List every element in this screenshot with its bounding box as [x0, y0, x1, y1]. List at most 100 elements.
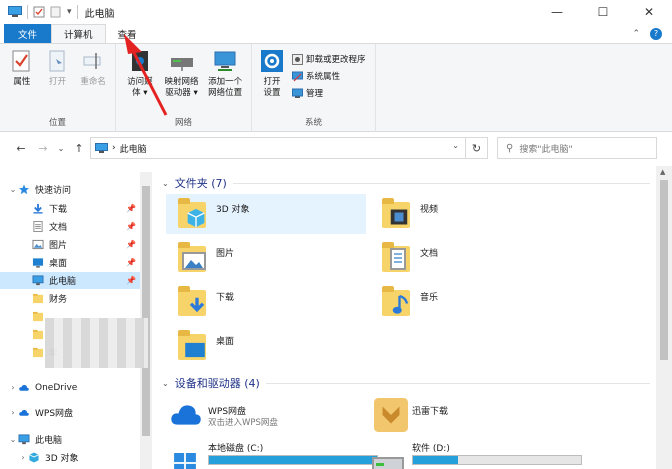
- folder-tile-downloads[interactable]: 下载: [166, 282, 366, 322]
- thunder-icon: [374, 398, 408, 432]
- document-icon: [33, 221, 43, 232]
- folder-tile-documents[interactable]: 文档: [370, 238, 570, 278]
- devices-section-header[interactable]: ⌄ 设备和驱动器 (4): [162, 375, 650, 391]
- drive-c[interactable]: 本地磁盘 (C:): [168, 441, 398, 469]
- nav-onedrive[interactable]: › OneDrive: [0, 379, 140, 396]
- expanded-icon[interactable]: ⌄: [8, 435, 18, 444]
- scroll-up-icon[interactable]: ▲: [660, 168, 665, 176]
- nav-quick-access[interactable]: ⌄ 快速访问: [0, 181, 140, 198]
- cube-icon: [187, 208, 205, 228]
- system-properties-label: 系统属性: [306, 72, 341, 82]
- drive-wps[interactable]: WPS网盘 双击进入WPS网盘: [168, 396, 398, 436]
- drive-icon: [372, 457, 404, 469]
- nav-wps-drive[interactable]: › WPS网盘: [0, 404, 140, 421]
- address-bar[interactable]: › 此电脑 ⌄ ↻: [90, 137, 488, 159]
- nav-item-finance[interactable]: 财务: [0, 290, 140, 307]
- pin-icon[interactable]: 📌: [126, 276, 136, 285]
- expand-icon[interactable]: ›: [18, 453, 28, 462]
- picture-icon: [182, 252, 206, 270]
- folder-tile-videos[interactable]: 视频: [370, 194, 570, 234]
- drive-subtitle: 双击进入WPS网盘: [208, 418, 278, 428]
- system-properties-button[interactable]: 系统属性: [292, 69, 366, 83]
- back-button[interactable]: ←: [12, 142, 30, 155]
- uninstall-program-button[interactable]: 卸载或更改程序: [292, 52, 366, 66]
- folder-tile-3d-objects[interactable]: 3D 对象: [166, 194, 366, 234]
- folder-tile-desktop[interactable]: 桌面: [166, 326, 366, 366]
- cloud-icon: [171, 405, 201, 425]
- nav-3d-objects[interactable]: › 3D 对象: [0, 449, 140, 466]
- scrollbar-thumb[interactable]: [142, 186, 150, 436]
- ribbon-group-system: 打开 设置 卸载或更改程序 系统属性 管理 系统: [252, 44, 376, 132]
- up-button[interactable]: ↑: [70, 142, 88, 155]
- tab-file[interactable]: 文件: [4, 24, 52, 43]
- nav-item-documents[interactable]: 文档 📌: [0, 218, 140, 235]
- cloud-icon: [19, 409, 29, 416]
- nav-this-pc[interactable]: ⌄ 此电脑: [0, 431, 140, 448]
- folder-tile-pictures[interactable]: 图片: [166, 238, 366, 278]
- close-button[interactable]: ✕: [626, 0, 672, 24]
- ribbon-group-network: 访问媒体 ▾ 映射网络 驱动器 ▾ 添加一个 网络位置 网络: [116, 44, 252, 132]
- folder-name: 3D 对象: [216, 205, 250, 215]
- pin-icon[interactable]: 📌: [126, 240, 136, 249]
- manage-button[interactable]: 管理: [292, 86, 366, 100]
- star-icon: [18, 184, 30, 195]
- window-title: 此电脑: [84, 8, 115, 20]
- collapse-icon[interactable]: ⌄: [162, 179, 169, 188]
- search-input[interactable]: ⚲ 搜索"此电脑": [497, 137, 657, 159]
- folders-section-header[interactable]: ⌄ 文件夹 (7): [162, 175, 650, 191]
- computer-icon: [32, 275, 44, 286]
- section-title: 设备和驱动器 (4): [174, 377, 260, 390]
- folder-name: 桌面: [216, 337, 235, 347]
- refresh-button[interactable]: ↻: [465, 138, 487, 158]
- music-icon: [392, 294, 409, 314]
- address-dropdown-icon[interactable]: ⌄: [452, 141, 459, 150]
- properties-icon[interactable]: [33, 6, 45, 18]
- expanded-icon[interactable]: ⌄: [8, 185, 18, 194]
- computer-icon: [95, 142, 108, 153]
- drive-thunder-download[interactable]: 迅雷下载: [372, 396, 602, 436]
- desktop-icon: [185, 342, 205, 358]
- collapse-icon[interactable]: ⌄: [162, 379, 169, 388]
- content-scrollbar[interactable]: ▲: [656, 166, 672, 469]
- nav-item-pictures[interactable]: 图片 📌: [0, 236, 140, 253]
- network-location-icon: [214, 51, 236, 71]
- help-icon[interactable]: ?: [650, 27, 662, 40]
- folder-tile-music[interactable]: 音乐: [370, 282, 570, 322]
- forward-button[interactable]: →: [34, 142, 52, 155]
- expand-icon[interactable]: ›: [8, 408, 18, 417]
- ribbon: 属性 打开 重命名 位置 访问媒体 ▾ 映射网络 驱动器 ▾ 添加一个 网络位置 网…: [0, 44, 672, 132]
- collapse-ribbon-icon[interactable]: ⌃: [632, 29, 640, 39]
- expand-icon[interactable]: ›: [8, 383, 18, 392]
- nav-label: 桌面: [49, 259, 68, 269]
- divider: [27, 5, 28, 19]
- address-path: 此电脑: [119, 144, 147, 155]
- nav-item-this-pc[interactable]: 此电脑 📌: [0, 272, 140, 289]
- nav-item-downloads[interactable]: 下载 📌: [0, 200, 140, 217]
- picture-icon: [32, 239, 44, 250]
- group-label-system: 系统: [304, 118, 322, 128]
- nav-label: WPS网盘: [35, 409, 74, 419]
- download-icon: [33, 203, 43, 214]
- qat-dropdown-icon[interactable]: ▾: [67, 7, 72, 17]
- open-icon: [49, 50, 64, 72]
- new-folder-icon[interactable]: [50, 6, 62, 18]
- pin-icon[interactable]: 📌: [126, 258, 136, 267]
- drive-d[interactable]: 软件 (D:): [372, 441, 602, 469]
- content-area: ⌄ 文件夹 (7) 3D 对象 视频 图片 文档 下载 音乐 桌面 ⌄ 设备和驱…: [158, 166, 656, 469]
- tab-computer[interactable]: 计算机: [51, 24, 106, 43]
- path-separator-icon: ›: [112, 143, 116, 153]
- maximize-button[interactable]: ☐: [580, 0, 626, 24]
- cloud-icon: [19, 384, 29, 391]
- rename-icon: [83, 53, 101, 69]
- minimize-button[interactable]: —: [534, 0, 580, 24]
- pin-icon[interactable]: 📌: [126, 204, 136, 213]
- recent-locations-button[interactable]: ⌄: [52, 144, 70, 153]
- nav-label: 财务: [49, 295, 68, 305]
- address-row: ← → ⌄ ↑ › 此电脑 ⌄ ↻ ⚲ 搜索"此电脑": [0, 132, 672, 164]
- tab-view[interactable]: 查看: [106, 24, 149, 43]
- pin-icon[interactable]: 📌: [126, 222, 136, 231]
- section-title: 文件夹 (7): [174, 177, 227, 190]
- nav-item-desktop[interactable]: 桌面 📌: [0, 254, 140, 271]
- nav-label: 文档: [49, 223, 68, 233]
- scrollbar-thumb[interactable]: [660, 180, 668, 360]
